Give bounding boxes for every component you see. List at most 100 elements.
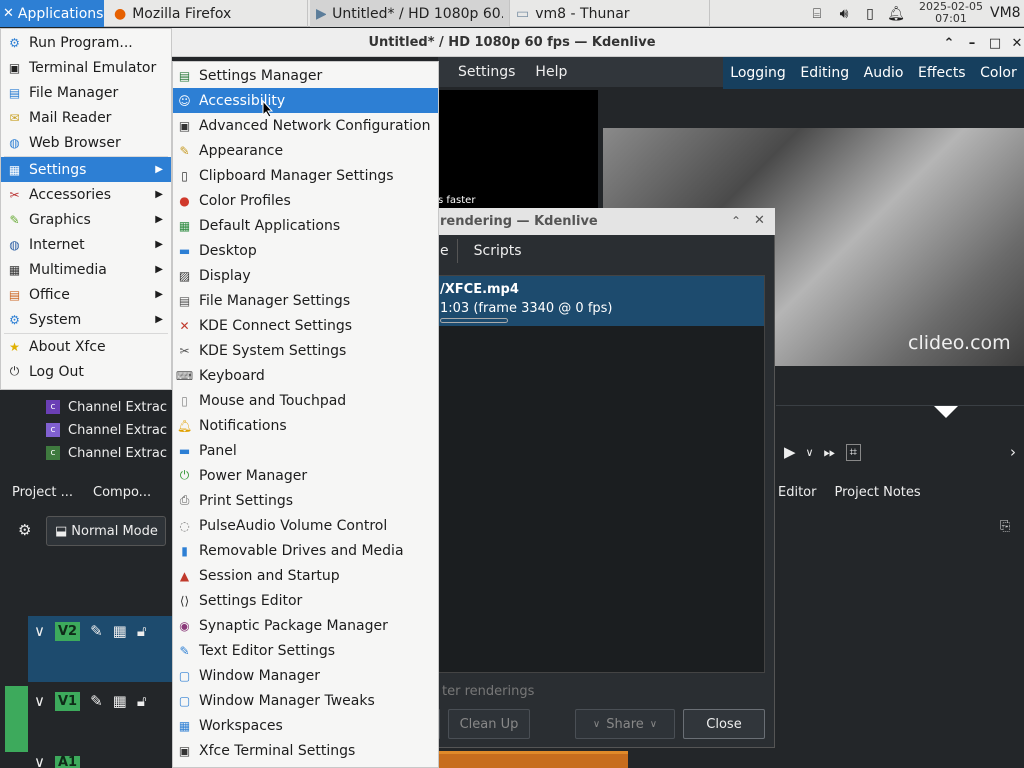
settings-item-clipboard-manager-settings[interactable]: ▯ Clipboard Manager Settings [173, 163, 438, 188]
app-menu-item-run-program[interactable]: ⚙ Run Program... [1, 30, 171, 55]
settings-item-kde-connect-settings[interactable]: ✕ KDE Connect Settings [173, 313, 438, 338]
collapse-icon[interactable]: ∨ [34, 756, 45, 768]
settings-item-display[interactable]: ▨ Display [173, 263, 438, 288]
network-tray-icon[interactable]: ⌸ [808, 5, 826, 22]
settings-item-print-settings[interactable]: ⎙ Print Settings [173, 488, 438, 513]
settings-item-kde-system-settings[interactable]: ✂ KDE System Settings [173, 338, 438, 363]
app-menu-item-settings[interactable]: ▦ Settings ▶ [1, 157, 171, 182]
settings-item-accessibility[interactable]: ☺ Accessibility [173, 88, 438, 113]
battery-tray-icon[interactable]: ▯ [861, 5, 879, 22]
collapse-icon[interactable]: ∨ [34, 622, 45, 640]
settings-item-panel[interactable]: ▬ Panel [173, 438, 438, 463]
app-menu-item-graphics[interactable]: ✎ Graphics ▶ [1, 207, 171, 232]
app-menu-item-multimedia[interactable]: ▦ Multimedia ▶ [1, 257, 171, 282]
share-button[interactable]: ∨ Share ∨ [575, 709, 675, 739]
settings-item-synaptic-package-manager[interactable]: ◉ Synaptic Package Manager [173, 613, 438, 638]
forward-icon[interactable]: ⏩︎ [824, 443, 836, 461]
app-menu-item-mail-reader[interactable]: ✉ Mail Reader [1, 105, 171, 130]
settings-item-appearance[interactable]: ✎ Appearance [173, 138, 438, 163]
tab-editor[interactable]: Editor [778, 485, 816, 500]
settings-item-notifications[interactable]: 🔔︎ Notifications [173, 413, 438, 438]
clock[interactable]: 2025-02-05 07:01 [915, 1, 987, 25]
playhead-marker-icon[interactable] [934, 406, 958, 418]
effect-item[interactable]: c Channel Extrac [46, 442, 172, 464]
lock-icon[interactable]: 🔓︎ [137, 622, 147, 640]
play-icon[interactable]: ▶ [784, 443, 796, 461]
film-icon[interactable]: ▦ [113, 622, 127, 640]
app-menu-item-log-out[interactable]: ⏻ Log Out [1, 359, 171, 384]
notification-bell-icon[interactable]: 🔔︎ [887, 5, 905, 22]
menu-settings[interactable]: Settings [448, 64, 525, 80]
tab-compositions[interactable]: Compo... [93, 485, 151, 500]
job-list[interactable] [438, 275, 765, 673]
timeline-clip [438, 751, 628, 768]
layout-audio[interactable]: Audio [864, 65, 904, 81]
layout-color[interactable]: Color [980, 65, 1017, 81]
settings-item-settings-editor[interactable]: ⟨⟩ Settings Editor [173, 588, 438, 613]
dialog-close-icon[interactable]: ✕ [754, 213, 765, 228]
next-icon[interactable]: › [1010, 443, 1016, 461]
settings-item-window-manager-tweaks[interactable]: ▢ Window Manager Tweaks [173, 688, 438, 713]
close-icon[interactable]: ✕ [1008, 34, 1024, 52]
close-button[interactable]: Close [683, 709, 765, 739]
minimize-icon[interactable]: – [963, 34, 981, 52]
collapse-icon[interactable]: ∨ [34, 692, 45, 710]
task-kdenlive[interactable]: ▶ Untitled* / HD 1080p 60... [310, 0, 510, 27]
keep-above-icon[interactable]: ⌃ [940, 34, 958, 52]
settings-item-window-manager[interactable]: ▢ Window Manager [173, 663, 438, 688]
zone-crop-icon[interactable]: ⌗ [845, 443, 861, 461]
notes-clipboard-icon[interactable]: ⎘ [1000, 519, 1010, 534]
tab-project-bin[interactable]: Project ... [12, 485, 73, 500]
layout-switcher: Logging Editing Audio Effects Color [723, 57, 1024, 89]
app-menu-item-system[interactable]: ⚙ System ▶ [1, 307, 171, 332]
tab-project-notes[interactable]: Project Notes [834, 485, 920, 500]
app-menu-item-about-xfce[interactable]: ★ About Xfce [1, 334, 171, 359]
settings-item-file-manager-settings[interactable]: ▤ File Manager Settings [173, 288, 438, 313]
settings-item-power-manager[interactable]: ⏻ Power Manager [173, 463, 438, 488]
settings-item-desktop[interactable]: ▬ Desktop [173, 238, 438, 263]
layout-logging[interactable]: Logging [730, 65, 786, 81]
dialog-keep-above-icon[interactable]: ⌃ [731, 214, 741, 228]
cleanup-button[interactable]: Clean Up [448, 709, 530, 739]
tab-scripts[interactable]: Scripts [458, 239, 538, 263]
app-menu-item-internet[interactable]: ◍ Internet ▶ [1, 232, 171, 257]
app-menu-item-web-browser[interactable]: ◍ Web Browser [1, 130, 171, 155]
volume-tray-icon[interactable]: 🔊︎ [835, 5, 853, 22]
applications-menu-button[interactable]: ✕ Applications [0, 0, 104, 27]
job-row[interactable]: /XFCE.mp4 1:03 (frame 3340 @ 0 fps) [438, 276, 764, 326]
settings-item-xfce-terminal-settings[interactable]: ▣ Xfce Terminal Settings [173, 738, 438, 763]
effects-toggle-icon[interactable]: ✎ [90, 622, 103, 640]
layout-effects[interactable]: Effects [918, 65, 966, 81]
track-settings-icon[interactable]: ⚙ [18, 521, 31, 539]
app-menu-item-terminal-emulator[interactable]: ▣ Terminal Emulator [1, 55, 171, 80]
maximize-icon[interactable]: □ [986, 34, 1004, 52]
edit-mode-button[interactable]: ⬓ Normal Mode [46, 516, 166, 546]
effects-toggle-icon[interactable]: ✎ [90, 692, 103, 710]
web-browser-icon: ◍ [9, 135, 20, 150]
settings-item-text-editor-settings[interactable]: ✎ Text Editor Settings [173, 638, 438, 663]
settings-item-settings-manager[interactable]: ▤ Settings Manager [173, 63, 438, 88]
app-menu-item-office[interactable]: ▤ Office ▶ [1, 282, 171, 307]
lock-icon[interactable]: 🔓︎ [137, 692, 147, 710]
monitor-ruler[interactable] [776, 405, 1024, 431]
settings-item-session-and-startup[interactable]: ▲ Session and Startup [173, 563, 438, 588]
settings-item-workspaces[interactable]: ▦ Workspaces [173, 713, 438, 738]
film-icon[interactable]: ▦ [113, 692, 127, 710]
app-menu-item-file-manager[interactable]: ▤ File Manager [1, 80, 171, 105]
tab-render[interactable]: e [438, 239, 458, 263]
task-firefox[interactable]: ● Mozilla Firefox [108, 0, 308, 27]
play-options-icon[interactable]: ∨ [806, 446, 814, 459]
effect-item[interactable]: c Channel Extrac [46, 396, 172, 418]
settings-item-default-applications[interactable]: ▦ Default Applications [173, 213, 438, 238]
settings-item-pulseaudio-volume-control[interactable]: ◌ PulseAudio Volume Control [173, 513, 438, 538]
effect-item[interactable]: c Channel Extrac [46, 419, 172, 441]
menu-help[interactable]: Help [525, 64, 577, 80]
layout-editing[interactable]: Editing [800, 65, 849, 81]
settings-item-advanced-network-configuration[interactable]: ▣ Advanced Network Configuration [173, 113, 438, 138]
settings-item-removable-drives-and-media[interactable]: ▮ Removable Drives and Media [173, 538, 438, 563]
settings-item-mouse-and-touchpad[interactable]: ▯ Mouse and Touchpad [173, 388, 438, 413]
settings-item-color-profiles[interactable]: ● Color Profiles [173, 188, 438, 213]
app-menu-item-accessories[interactable]: ✂ Accessories ▶ [1, 182, 171, 207]
settings-item-keyboard[interactable]: ⌨ Keyboard [173, 363, 438, 388]
task-thunar[interactable]: ▭ vm8 - Thunar [510, 0, 710, 27]
